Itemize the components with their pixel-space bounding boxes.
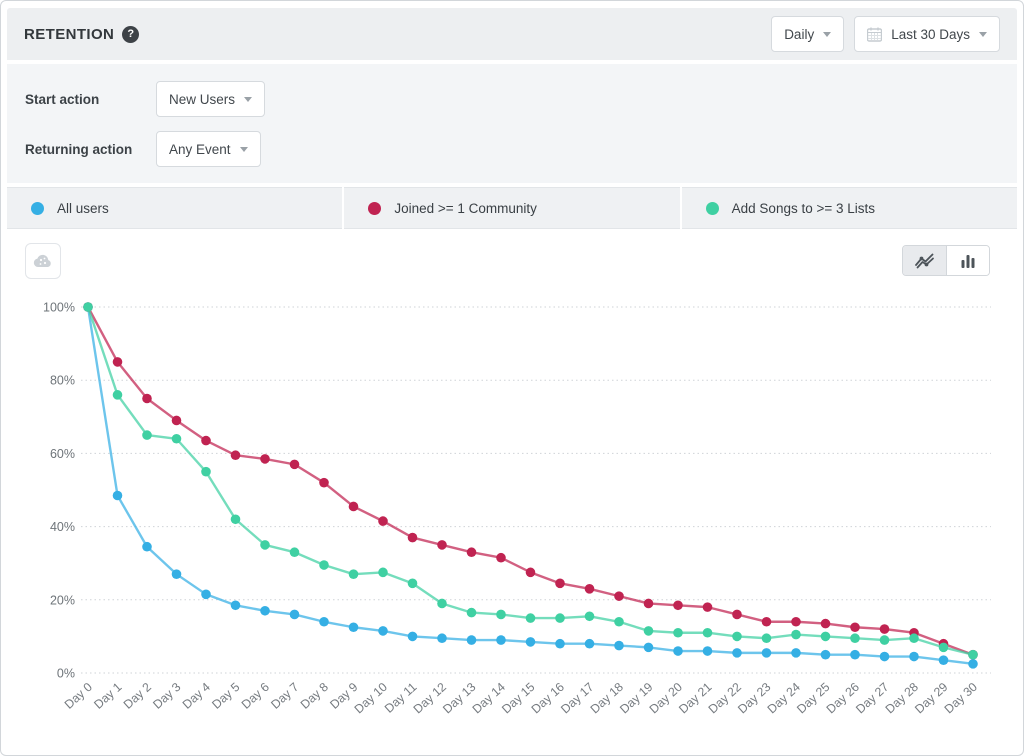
granularity-dropdown[interactable]: Daily bbox=[771, 16, 844, 52]
chart-type-toggle bbox=[902, 245, 990, 276]
legend-item-joined-community[interactable]: Joined >= 1 Community bbox=[344, 187, 679, 229]
calendar-icon bbox=[867, 27, 882, 42]
start-action-label: Start action bbox=[25, 92, 156, 107]
svg-text:Day 4: Day 4 bbox=[180, 680, 213, 712]
svg-text:100%: 100% bbox=[43, 301, 75, 315]
help-icon[interactable]: ? bbox=[122, 26, 139, 43]
svg-text:20%: 20% bbox=[50, 593, 75, 607]
svg-text:Day 3: Day 3 bbox=[150, 680, 183, 712]
legend-label: Add Songs to >= 3 Lists bbox=[732, 201, 875, 216]
svg-text:Day 2: Day 2 bbox=[121, 680, 154, 712]
legend-label: Joined >= 1 Community bbox=[394, 201, 537, 216]
svg-text:Day 0: Day 0 bbox=[62, 680, 95, 712]
retention-line-chart: 0%20%40%60%80%100%Day 0Day 1Day 2Day 3Da… bbox=[7, 229, 1017, 745]
chevron-down-icon bbox=[979, 32, 987, 37]
svg-text:80%: 80% bbox=[50, 374, 75, 388]
start-action-value: New Users bbox=[169, 92, 235, 107]
legend-item-all-users[interactable]: All users bbox=[7, 187, 342, 229]
cloud-icon bbox=[33, 254, 53, 268]
series-dot-icon bbox=[31, 202, 44, 215]
filter-section: Start action New Users Returning action … bbox=[7, 64, 1017, 183]
chart-panel: 0%20%40%60%80%100%Day 0Day 1Day 2Day 3Da… bbox=[7, 229, 1017, 745]
chevron-down-icon bbox=[244, 97, 252, 102]
legend-item-add-songs[interactable]: Add Songs to >= 3 Lists bbox=[682, 187, 1017, 229]
chevron-down-icon bbox=[823, 32, 831, 37]
date-range-dropdown[interactable]: Last 30 Days bbox=[854, 16, 1000, 52]
svg-text:0%: 0% bbox=[57, 667, 75, 681]
returning-action-value: Any Event bbox=[169, 142, 231, 157]
line-chart-toggle[interactable] bbox=[903, 246, 946, 275]
returning-action-label: Returning action bbox=[25, 142, 156, 157]
series-dot-icon bbox=[706, 202, 719, 215]
returning-action-dropdown[interactable]: Any Event bbox=[156, 131, 261, 167]
svg-text:Day 6: Day 6 bbox=[239, 680, 272, 712]
svg-text:Day 5: Day 5 bbox=[209, 680, 242, 712]
legend-label: All users bbox=[57, 201, 109, 216]
svg-text:Day 1: Day 1 bbox=[91, 680, 124, 712]
svg-text:Day 30: Day 30 bbox=[942, 680, 980, 717]
bar-chart-toggle[interactable] bbox=[946, 246, 989, 275]
line-chart-icon bbox=[914, 252, 935, 269]
svg-text:40%: 40% bbox=[50, 520, 75, 534]
widget-header: RETENTION ? Daily Las bbox=[7, 8, 1017, 60]
svg-text:60%: 60% bbox=[50, 447, 75, 461]
bar-chart-icon bbox=[960, 253, 976, 269]
retention-widget: RETENTION ? Daily Las bbox=[0, 0, 1024, 756]
chevron-down-icon bbox=[240, 147, 248, 152]
page-title: RETENTION bbox=[24, 26, 114, 43]
svg-text:Day 10: Day 10 bbox=[352, 680, 390, 717]
svg-text:Day 7: Day 7 bbox=[268, 680, 301, 712]
start-action-dropdown[interactable]: New Users bbox=[156, 81, 265, 117]
granularity-value: Daily bbox=[784, 27, 814, 42]
date-range-value: Last 30 Days bbox=[891, 27, 970, 42]
series-legend: All users Joined >= 1 Community Add Song… bbox=[7, 187, 1017, 229]
export-button[interactable] bbox=[25, 243, 61, 279]
series-dot-icon bbox=[368, 202, 381, 215]
svg-text:Day 8: Day 8 bbox=[298, 680, 331, 712]
